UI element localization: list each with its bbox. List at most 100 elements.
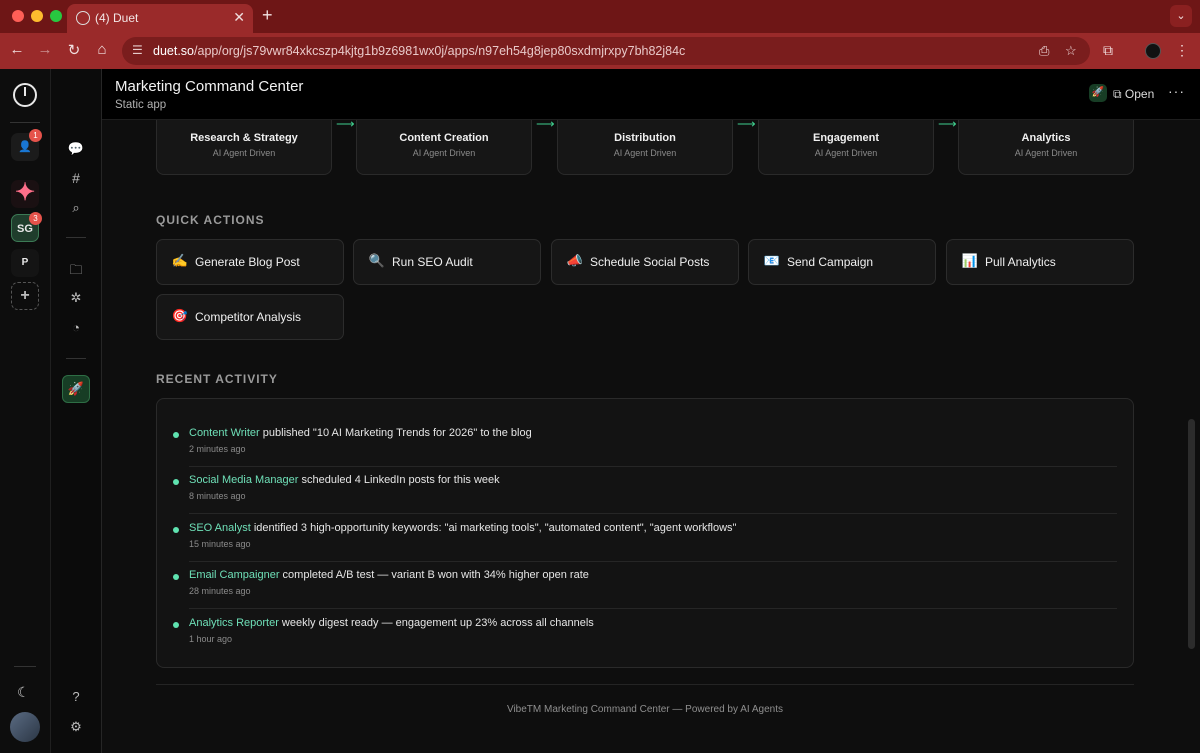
agent-name: Analytics Reporter <box>189 617 279 629</box>
person-icon: 👤 <box>18 141 32 153</box>
extensions-puzzle-icon[interactable]: ⧉ <box>1103 42 1113 59</box>
app-header: Marketing Command Center Static app 🚀 ⧉ … <box>102 69 1200 120</box>
status-dot <box>173 527 179 533</box>
search-icon[interactable]: ⌕ <box>66 200 86 216</box>
agent-name: SEO Analyst <box>189 522 251 534</box>
agents-network-icon[interactable]: ✲ <box>66 290 86 306</box>
activity-text: published "10 AI Marketing Trends for 20… <box>259 427 532 439</box>
app-nav-rail: 💬 # ⌕ 🗀 ✲ ◔ ? ⚙ <box>51 69 102 753</box>
browser-tab[interactable]: (4) Duet ✕ <box>67 4 253 33</box>
install-app-icon[interactable]: ⎙ <box>1039 43 1049 59</box>
stage-subtitle: AI Agent Driven <box>212 148 276 158</box>
workspace-p[interactable]: P <box>11 249 39 277</box>
address-bar[interactable]: ☰ duet.so/app/org/js79vwr84xkcszp4kjtg1b… <box>122 37 1090 65</box>
profile-avatar-icon[interactable] <box>1145 43 1161 59</box>
more-options-icon[interactable]: ··· <box>1168 83 1185 99</box>
marketing-app-rocket-icon[interactable]: 🚀 <box>62 375 90 403</box>
activity-time: 15 minutes ago <box>189 539 251 549</box>
status-dot <box>173 574 179 580</box>
activity-time: 28 minutes ago <box>189 586 251 596</box>
bookmark-star-icon[interactable]: ☆ <box>1065 43 1077 59</box>
close-window-button[interactable] <box>12 10 24 22</box>
forward-arrow-icon[interactable]: → <box>35 41 55 58</box>
close-tab-icon[interactable]: ✕ <box>233 9 245 26</box>
theme-moon-icon[interactable]: ☾ <box>17 684 30 701</box>
browser-menu-icon[interactable]: ⋮ <box>1175 42 1189 59</box>
site-settings-icon[interactable]: ☰ <box>132 43 143 57</box>
agent-name: Social Media Manager <box>189 474 299 486</box>
external-link-icon: ⧉ <box>1113 87 1125 101</box>
agent-name: Email Campaigner <box>189 569 280 581</box>
url-text[interactable]: duet.so/app/org/js79vwr84xkcszp4kjtg1b9z… <box>153 44 685 58</box>
add-workspace-icon[interactable]: + <box>11 282 39 310</box>
activity-text: identified 3 high-opportunity keywords: … <box>250 522 737 534</box>
rocket-app-icon: 🚀 <box>1089 84 1107 102</box>
page-subtitle: Static app <box>115 99 167 111</box>
agent-name: Content Writer <box>189 427 260 439</box>
minimize-window-button[interactable] <box>31 10 43 22</box>
activity-separator <box>189 466 1117 467</box>
schedule-social-posts-button[interactable]: 📣 Schedule Social Posts <box>551 239 739 285</box>
folder-icon[interactable]: 🗀 <box>66 261 86 283</box>
activity-time: 8 minutes ago <box>189 491 246 501</box>
activity-text: scheduled 4 LinkedIn posts for this week <box>298 474 500 486</box>
status-dot <box>173 622 179 628</box>
status-dot <box>173 432 179 438</box>
run-seo-audit-button[interactable]: 🔍 Run SEO Audit <box>353 239 541 285</box>
stage-name: Distribution <box>614 132 676 144</box>
activity-item: Email Campaigner completed A/B test — va… <box>173 565 1117 612</box>
bar-chart-icon: 📊 <box>961 253 979 268</box>
new-tab-icon[interactable]: + <box>262 5 273 26</box>
recent-activity-heading: RECENT ACTIVITY <box>156 372 278 386</box>
activity-separator <box>189 561 1117 562</box>
generate-blog-post-button[interactable]: ✍ Generate Blog Post <box>156 239 344 285</box>
main-scrollbar[interactable] <box>1188 419 1195 649</box>
notification-badge: 3 <box>29 212 42 225</box>
page-footer: VibeTM Marketing Command Center — Powere… <box>506 704 784 715</box>
stage-subtitle: AI Agent Driven <box>613 148 677 158</box>
back-arrow-icon[interactable]: ← <box>7 41 27 58</box>
page-title: Marketing Command Center <box>115 78 304 95</box>
magnifier-icon: 🔍 <box>368 253 386 268</box>
user-avatar[interactable] <box>10 712 40 742</box>
hash-channels-icon[interactable]: # <box>66 170 86 186</box>
chat-bubbles-icon[interactable]: 💬 <box>66 141 86 157</box>
send-campaign-button[interactable]: 📧 Send Campaign <box>748 239 936 285</box>
sparkle-workspace-icon[interactable]: ✦ <box>11 180 39 208</box>
competitor-analysis-button[interactable]: 🎯 Competitor Analysis <box>156 294 344 340</box>
stage-name: Engagement <box>812 132 879 144</box>
tab-search-chevron-icon[interactable]: ⌄ <box>1170 5 1192 27</box>
duet-logo-icon[interactable] <box>13 83 37 107</box>
email-icon: 📧 <box>763 253 781 268</box>
activity-item: Analytics Reporter weekly digest ready —… <box>173 613 1117 660</box>
tab-strip: (4) Duet ✕ + ⌄ <box>0 0 1200 33</box>
help-question-icon[interactable]: ? <box>66 689 86 704</box>
activity-text: weekly digest ready — engagement up 23% … <box>278 617 594 629</box>
workspace-rail: 👤 1 ✦ SG 3 P + ☾ <box>0 69 51 753</box>
open-app-button[interactable]: ⧉ Open <box>1113 87 1154 102</box>
reload-icon[interactable]: ↻ <box>64 41 84 59</box>
stage-name: Analytics <box>1021 132 1071 144</box>
activity-separator <box>189 513 1117 514</box>
activity-item: Social Media Manager scheduled 4 LinkedI… <box>173 470 1117 517</box>
duet-favicon-icon <box>76 11 90 25</box>
tab-title: (4) Duet <box>95 11 139 25</box>
activity-feed: Content Writer published "10 AI Marketin… <box>156 398 1134 668</box>
duet-app: 👤 1 ✦ SG 3 P + ☾ 💬 # ⌕ 🗀 ✲ ◔ ? ⚙ 🚀 Marke… <box>0 69 1200 753</box>
browser-window: (4) Duet ✕ + ⌄ ← → ↻ ⌂ ☰ duet.so/app/org… <box>0 0 1200 753</box>
activity-separator <box>189 608 1117 609</box>
megaphone-icon: 📣 <box>566 253 584 268</box>
pull-analytics-button[interactable]: 📊 Pull Analytics <box>946 239 1134 285</box>
settings-gear-icon[interactable]: ⚙ <box>66 719 86 735</box>
activity-item: SEO Analyst identified 3 high-opportunit… <box>173 518 1117 565</box>
status-dot <box>173 479 179 485</box>
browser-toolbar: ← → ↻ ⌂ ☰ duet.so/app/org/js79vwr84xkcsz… <box>0 33 1200 69</box>
stage-subtitle: AI Agent Driven <box>412 148 476 158</box>
home-icon[interactable]: ⌂ <box>92 41 112 58</box>
target-icon: 🎯 <box>171 308 189 323</box>
rail-divider <box>14 666 36 667</box>
zoom-window-button[interactable] <box>50 10 62 22</box>
stage-subtitle: AI Agent Driven <box>1014 148 1078 158</box>
rail-divider <box>10 122 40 123</box>
history-clock-icon[interactable]: ◔ <box>66 320 86 335</box>
